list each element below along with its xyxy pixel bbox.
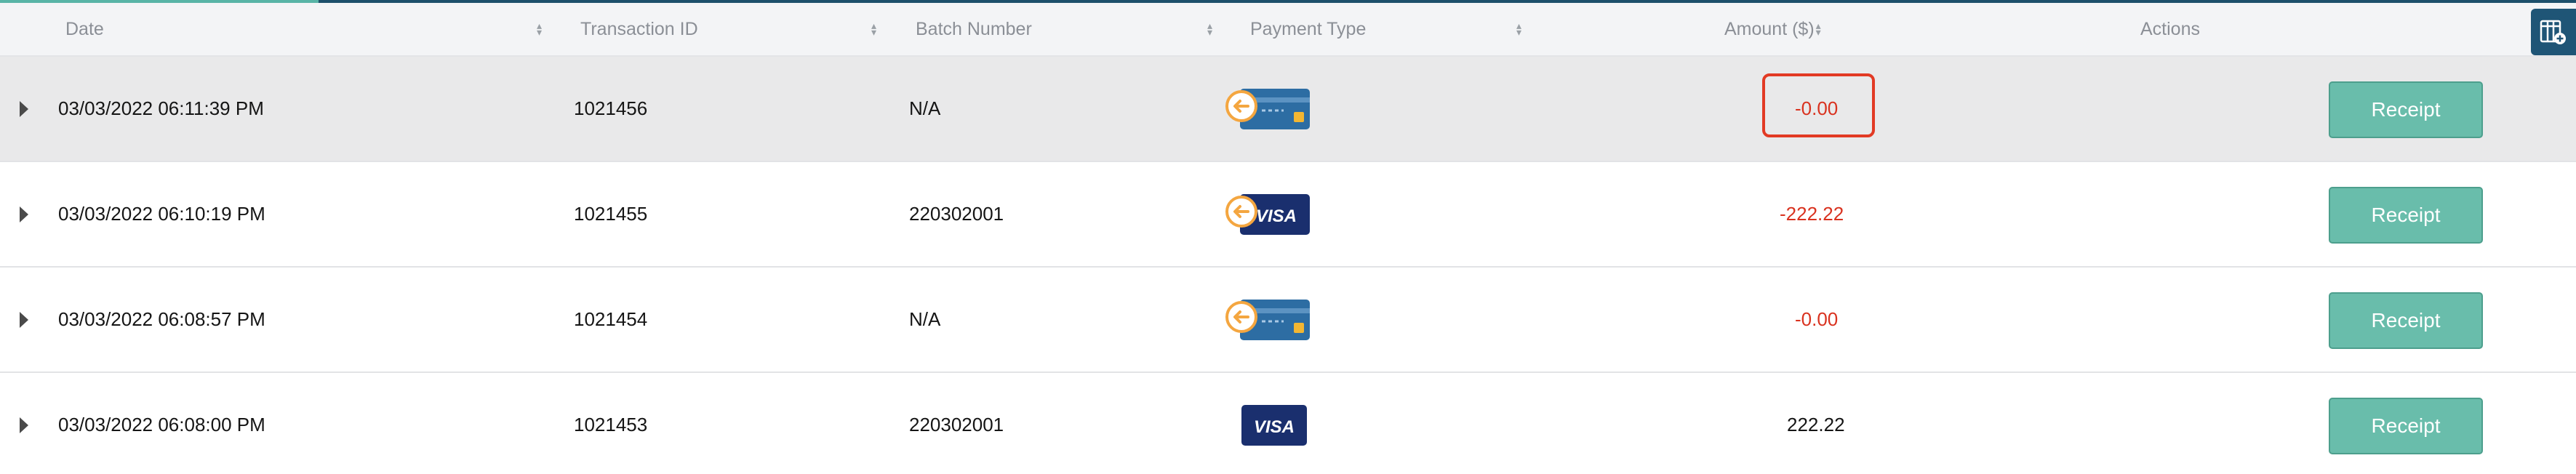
batch-number-cell: 220302001 xyxy=(909,203,1004,225)
date-cell: 03/03/2022 06:10:19 PM xyxy=(58,203,265,225)
card-refund-icon xyxy=(1225,300,1310,340)
expand-row-icon[interactable] xyxy=(16,57,32,161)
date-sort-icon[interactable]: ▴ ▾ xyxy=(537,3,542,55)
column-header-actions: Actions xyxy=(2140,3,2200,55)
column-header-batch-number[interactable]: Batch Number xyxy=(916,3,1032,55)
transaction-id-cell: 1021456 xyxy=(574,97,648,119)
table-row[interactable]: 03/03/2022 06:10:19 PM 1021455 220302001… xyxy=(0,162,2576,268)
expand-row-icon[interactable] xyxy=(16,373,32,474)
column-header-transaction-id[interactable]: Transaction ID xyxy=(580,3,698,55)
expand-row-icon[interactable] xyxy=(16,162,32,266)
column-header-amount[interactable]: Amount ($) ▴ ▾ xyxy=(1724,3,1821,55)
card-refund-icon xyxy=(1225,89,1310,129)
transaction-id-sort-icon[interactable]: ▴ ▾ xyxy=(871,3,876,55)
column-settings-button[interactable] xyxy=(2531,9,2576,55)
receipt-button[interactable]: Receipt xyxy=(2329,187,2483,244)
amount-cell: -0.00 xyxy=(1795,308,1839,330)
column-header-date[interactable]: Date xyxy=(65,3,104,55)
svg-text:VISA: VISA xyxy=(1254,417,1295,437)
receipt-button[interactable]: Receipt xyxy=(2329,292,2483,349)
column-header-actions-label: Actions xyxy=(2140,18,2200,39)
transactions-table: Date ▴ ▾ Transaction ID ▴ ▾ Batch Number ▴… xyxy=(0,0,2576,474)
svg-text:VISA: VISA xyxy=(1256,206,1297,226)
expand-row-icon[interactable] xyxy=(16,268,32,371)
amount-cell: 222.22 xyxy=(1787,414,1845,435)
batch-number-cell: N/A xyxy=(909,97,941,119)
amount-cell: -222.22 xyxy=(1780,203,1844,225)
amount-sort-icon: ▴ ▾ xyxy=(1815,20,1821,38)
batch-number-sort-icon[interactable]: ▴ ▾ xyxy=(1207,3,1212,55)
amount-cell: -0.00 xyxy=(1795,97,1839,119)
table-header: Date ▴ ▾ Transaction ID ▴ ▾ Batch Number ▴… xyxy=(0,3,2576,57)
column-header-payment-type-label: Payment Type xyxy=(1250,18,1367,39)
table-row[interactable]: 03/03/2022 06:08:00 PM 1021453 220302001… xyxy=(0,373,2576,474)
column-header-transaction-id-label: Transaction ID xyxy=(580,18,698,39)
batch-number-cell: N/A xyxy=(909,308,941,330)
table-row[interactable]: 03/03/2022 06:11:39 PM 1021456 N/A -0.00… xyxy=(0,57,2576,162)
column-header-amount-label: Amount ($) xyxy=(1724,18,1815,39)
transaction-id-cell: 1021454 xyxy=(574,308,648,330)
receipt-button[interactable]: Receipt xyxy=(2329,398,2483,454)
date-cell: 03/03/2022 06:11:39 PM xyxy=(58,97,264,119)
date-cell: 03/03/2022 06:08:00 PM xyxy=(58,414,265,435)
visa-refund-icon: VISA xyxy=(1225,194,1310,235)
transaction-id-cell: 1021453 xyxy=(574,414,648,435)
transaction-id-cell: 1021455 xyxy=(574,203,648,225)
visa-icon: VISA xyxy=(1241,405,1307,446)
column-header-date-label: Date xyxy=(65,18,104,39)
batch-number-cell: 220302001 xyxy=(909,414,1004,435)
receipt-button[interactable]: Receipt xyxy=(2329,81,2483,138)
column-header-payment-type[interactable]: Payment Type xyxy=(1250,3,1366,55)
payment-type-sort-icon[interactable]: ▴ ▾ xyxy=(1516,3,1521,55)
date-cell: 03/03/2022 06:08:57 PM xyxy=(58,308,265,330)
column-header-batch-number-label: Batch Number xyxy=(916,18,1032,39)
column-settings-icon xyxy=(2540,20,2566,44)
table-row[interactable]: 03/03/2022 06:08:57 PM 1021454 N/A -0.00… xyxy=(0,268,2576,373)
